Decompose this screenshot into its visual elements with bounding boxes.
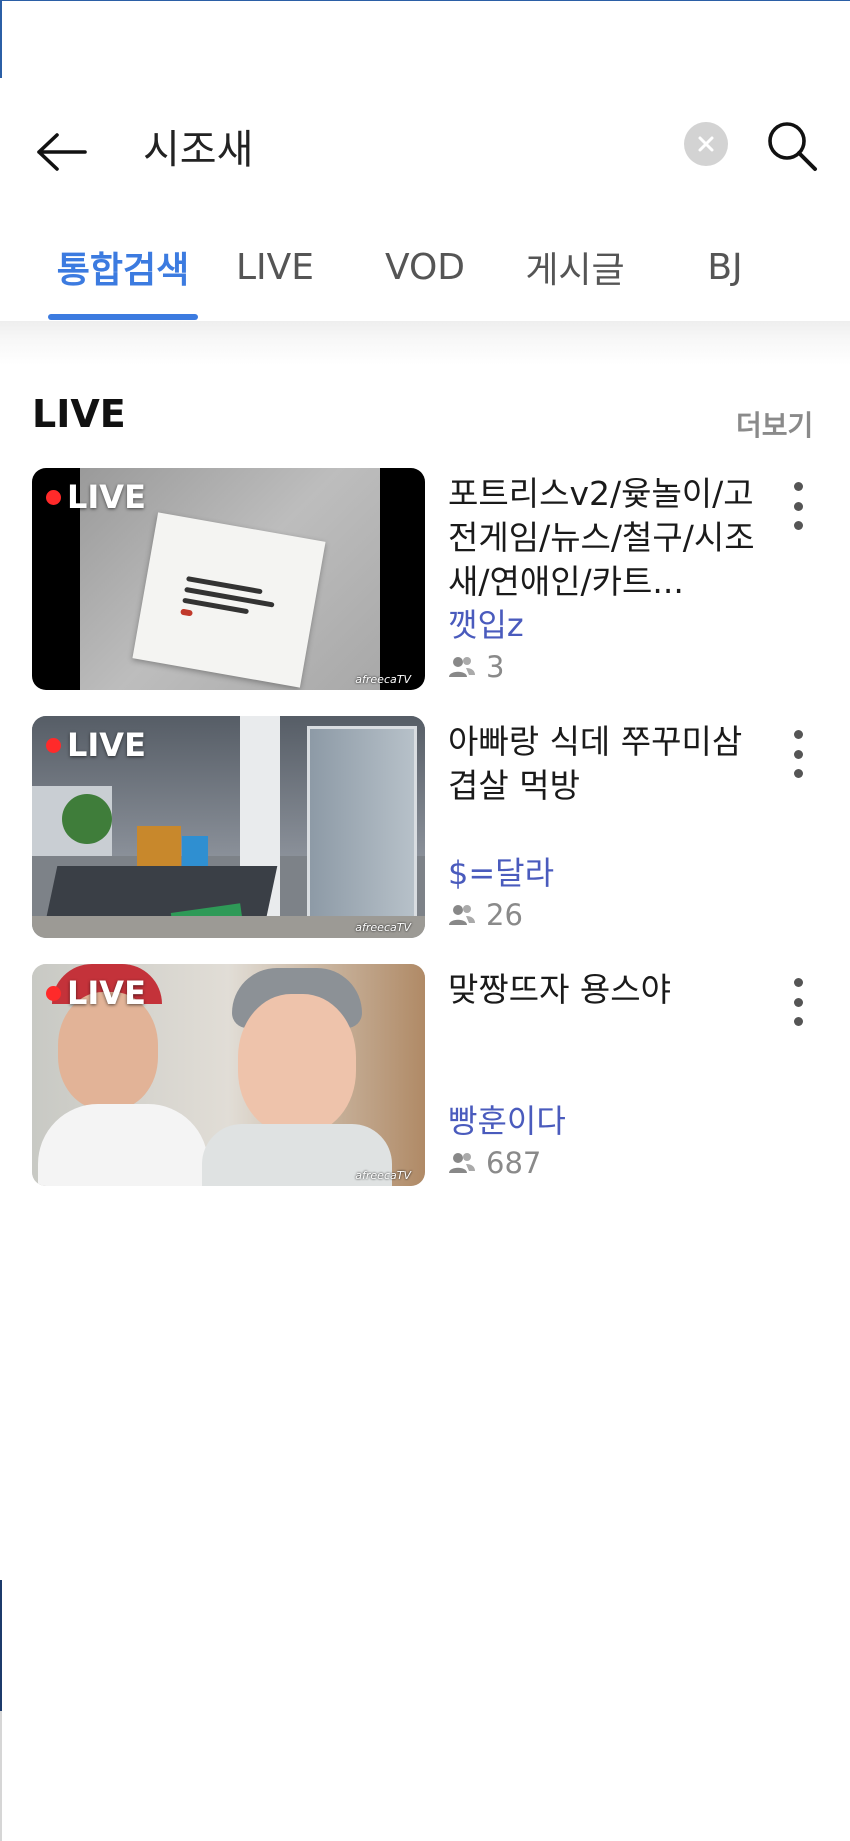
watermark: afreecaTV bbox=[355, 673, 411, 686]
stream-thumbnail[interactable]: LIVE afreecaTV bbox=[32, 716, 425, 938]
tab-posts[interactable]: 게시글 bbox=[510, 213, 640, 321]
search-tabs: 통합검색 LIVE VOD 게시글 BJ bbox=[0, 213, 850, 321]
search-input[interactable]: 시조새 bbox=[143, 120, 253, 180]
watermark: afreecaTV bbox=[355, 1169, 411, 1182]
live-badge: LIVE bbox=[46, 478, 146, 516]
more-options-button[interactable] bbox=[780, 974, 816, 1030]
stream-title[interactable]: 맞짱뜨자 용스야 bbox=[448, 968, 768, 1056]
channel-name[interactable]: 빵훈이다 bbox=[448, 1096, 566, 1142]
more-vertical-icon bbox=[793, 482, 803, 491]
channel-name[interactable]: 깻입z bbox=[448, 600, 524, 646]
more-options-button[interactable] bbox=[780, 726, 816, 782]
back-button[interactable] bbox=[28, 118, 96, 186]
live-dot bbox=[46, 985, 61, 1001]
people-icon bbox=[449, 905, 475, 925]
list-item[interactable]: LIVE afreecaTV 포트리스v2/윷놀이/고전게임/뉴스/철구/시조새… bbox=[0, 468, 850, 690]
window-edge bbox=[0, 1580, 2, 1711]
status-area bbox=[0, 0, 850, 78]
tab-live[interactable]: LIVE bbox=[210, 213, 340, 321]
arrow-left-icon bbox=[37, 133, 87, 171]
viewer-count: 687 bbox=[448, 1146, 541, 1180]
search-icon bbox=[768, 122, 817, 171]
stream-thumbnail[interactable]: LIVE afreecaTV bbox=[32, 468, 425, 690]
more-vertical-icon bbox=[793, 730, 803, 739]
live-badge: LIVE bbox=[46, 726, 146, 764]
viewer-count: 3 bbox=[448, 650, 504, 684]
section-divider bbox=[0, 321, 850, 365]
clear-search-button[interactable] bbox=[684, 122, 728, 166]
scroll-edge bbox=[0, 1711, 2, 1841]
tab-bj[interactable]: BJ bbox=[660, 213, 790, 321]
stream-thumbnail[interactable]: LIVE afreecaTV bbox=[32, 964, 425, 1186]
channel-name[interactable]: $=달라 bbox=[448, 848, 554, 894]
more-vertical-icon bbox=[793, 978, 803, 987]
live-dot bbox=[46, 737, 61, 753]
viewer-count: 26 bbox=[448, 898, 523, 932]
window-edge bbox=[0, 0, 2, 78]
live-badge: LIVE bbox=[46, 974, 146, 1012]
more-options-button[interactable] bbox=[780, 478, 816, 534]
section-title: LIVE bbox=[32, 392, 126, 436]
people-icon bbox=[449, 1153, 475, 1173]
stream-title[interactable]: 아빠랑 식데 쭈꾸미삼겹살 먹방 bbox=[448, 720, 768, 808]
list-item[interactable]: LIVE afreecaTV 맞짱뜨자 용스야 빵훈이다 687 bbox=[0, 964, 850, 1186]
watermark: afreecaTV bbox=[355, 921, 411, 934]
people-icon bbox=[449, 657, 475, 677]
live-dot bbox=[46, 489, 61, 505]
tab-vod[interactable]: VOD bbox=[360, 213, 490, 321]
clear-icon bbox=[698, 136, 714, 152]
stream-title[interactable]: 포트리스v2/윷놀이/고전게임/뉴스/철구/시조새/연애인/카트... bbox=[448, 472, 768, 604]
more-button[interactable]: 더보기 bbox=[736, 404, 813, 444]
search-button[interactable] bbox=[760, 114, 824, 178]
active-tab-indicator bbox=[48, 314, 198, 320]
list-item[interactable]: LIVE afreecaTV 아빠랑 식데 쭈꾸미삼겹살 먹방 $=달라 26 bbox=[0, 716, 850, 938]
tab-integrated[interactable]: 통합검색 bbox=[48, 213, 198, 321]
search-header: 시조새 bbox=[0, 78, 850, 213]
